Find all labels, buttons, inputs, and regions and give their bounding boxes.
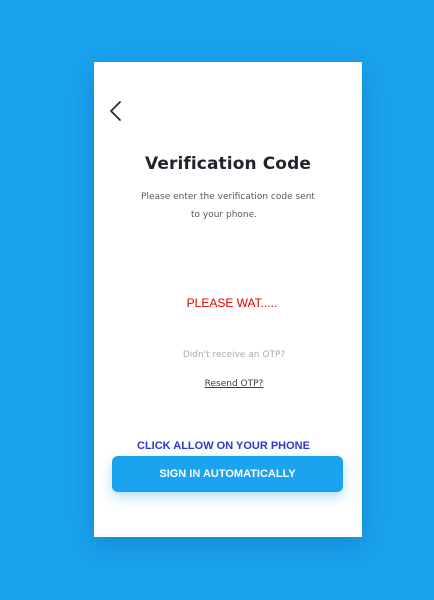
- resend-otp-link-row: Resend OTP?: [94, 379, 362, 389]
- waiting-status: PLEASE WAT.....: [186, 296, 278, 310]
- chevron-left-icon: [110, 101, 121, 121]
- back-button[interactable]: [106, 100, 126, 122]
- sign-in-automatically-button[interactable]: SIGN IN AUTOMATICALLY: [112, 456, 343, 492]
- page-title: Verification Code: [145, 154, 311, 174]
- instruction-line-2: to your phone.: [190, 210, 258, 220]
- allow-on-phone-hint: CLICK ALLOW ON YOUR PHONE: [137, 440, 310, 452]
- instruction-line-1: Please enter the verification code sent: [141, 192, 315, 202]
- verification-card: Verification Code Please enter the verif…: [94, 62, 362, 537]
- no-otp-text: Didn't receive an OTP?: [182, 350, 286, 360]
- resend-otp-link[interactable]: Resend OTP?: [205, 379, 264, 389]
